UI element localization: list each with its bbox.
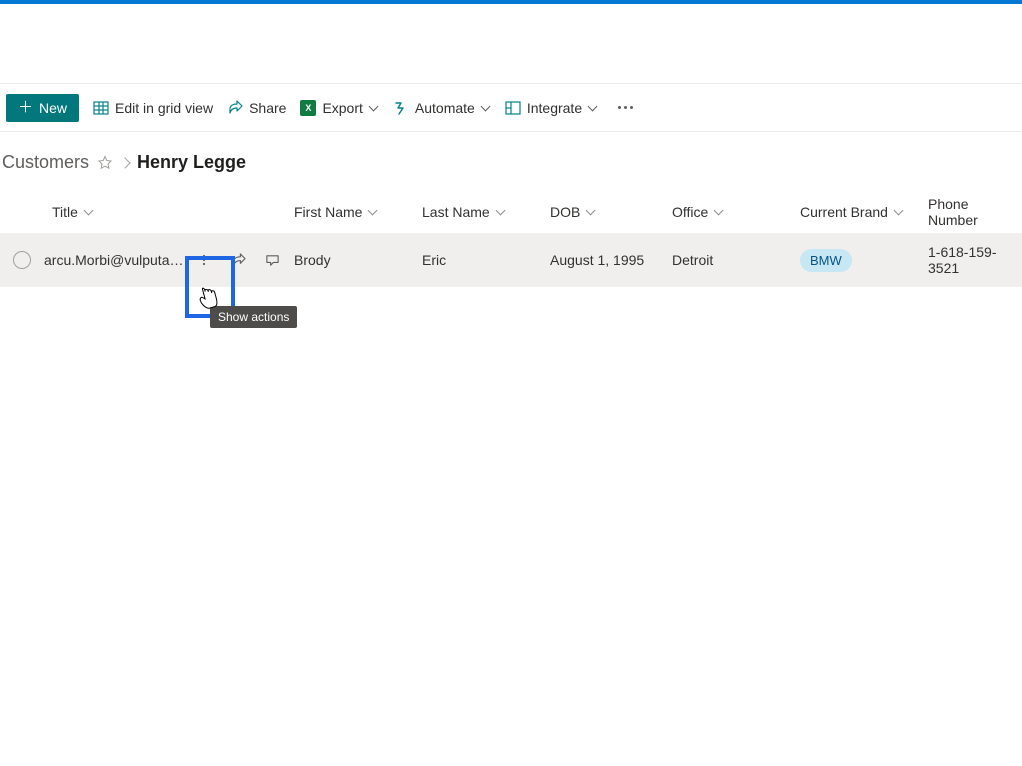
chevron-down-icon — [714, 207, 724, 217]
column-header-brand[interactable]: Current Brand — [800, 204, 928, 220]
cell-firstname: Brody — [294, 252, 422, 268]
breadcrumb-root[interactable]: Customers — [2, 152, 89, 173]
cell-office: Detroit — [672, 252, 800, 268]
column-label: Office — [672, 204, 708, 220]
column-label: Last Name — [422, 204, 490, 220]
column-label: First Name — [294, 204, 362, 220]
column-header-firstname[interactable]: First Name — [294, 204, 422, 220]
excel-icon: X — [300, 100, 316, 116]
column-header-dob[interactable]: DOB — [550, 204, 672, 220]
chevron-down-icon — [496, 207, 506, 217]
command-bar: ＋ New Edit in grid view Share X Export A… — [0, 84, 1022, 132]
share-button[interactable]: Share — [227, 100, 286, 116]
column-header-lastname[interactable]: Last Name — [422, 204, 550, 220]
star-icon[interactable] — [97, 155, 113, 171]
export-label: Export — [322, 100, 362, 116]
new-button[interactable]: ＋ New — [6, 94, 79, 122]
chevron-down-icon — [481, 103, 491, 113]
breadcrumb: Customers Henry Legge — [0, 132, 1022, 191]
chevron-right-icon — [119, 157, 130, 168]
breadcrumb-current: Henry Legge — [137, 152, 246, 173]
edit-grid-label: Edit in grid view — [115, 100, 213, 116]
chevron-down-icon — [368, 207, 378, 217]
export-button[interactable]: X Export — [300, 100, 378, 116]
column-header-title[interactable]: Title — [44, 204, 294, 220]
grid-icon — [93, 100, 109, 116]
row-share-button[interactable] — [224, 246, 252, 274]
cell-dob: August 1, 1995 — [550, 252, 672, 268]
share-label: Share — [249, 100, 286, 116]
new-button-label: New — [39, 100, 67, 116]
plus-icon: ＋ — [18, 100, 33, 115]
flow-icon — [393, 100, 409, 116]
row-show-actions-button[interactable] — [190, 246, 218, 274]
automate-button[interactable]: Automate — [393, 100, 491, 116]
chevron-down-icon — [588, 103, 598, 113]
chevron-down-icon — [586, 207, 596, 217]
brand-pill[interactable]: BMW — [800, 249, 852, 272]
chevron-down-icon — [369, 103, 379, 113]
edit-grid-button[interactable]: Edit in grid view — [93, 100, 213, 116]
row-comment-button[interactable] — [258, 246, 286, 274]
layout-icon — [505, 100, 521, 116]
list-table: Title First Name Last Name DOB Office Cu… — [0, 191, 1022, 287]
integrate-label: Integrate — [527, 100, 582, 116]
header-spacer — [0, 4, 1022, 84]
row-select-radio[interactable] — [13, 251, 31, 269]
cell-phone: 1-618-159-3521 — [928, 244, 1022, 276]
chevron-down-icon — [84, 207, 94, 217]
column-label: Title — [52, 204, 78, 220]
integrate-button[interactable]: Integrate — [505, 100, 598, 116]
column-label: Phone Number — [928, 196, 1022, 228]
column-label: DOB — [550, 204, 580, 220]
table-header-row: Title First Name Last Name DOB Office Cu… — [0, 191, 1022, 233]
column-header-office[interactable]: Office — [672, 204, 800, 220]
chevron-down-icon — [894, 207, 904, 217]
cell-lastname: Eric — [422, 252, 550, 268]
cell-title[interactable]: arcu.Morbi@vulputatedui... — [44, 252, 184, 268]
table-row[interactable]: arcu.Morbi@vulputatedui... Brody Eric Au… — [0, 233, 1022, 287]
column-header-phone[interactable]: Phone Number — [928, 196, 1022, 228]
more-commands-button[interactable] — [612, 100, 639, 115]
column-label: Current Brand — [800, 204, 888, 220]
tooltip: Show actions — [210, 306, 297, 328]
automate-label: Automate — [415, 100, 475, 116]
share-icon — [227, 100, 243, 116]
